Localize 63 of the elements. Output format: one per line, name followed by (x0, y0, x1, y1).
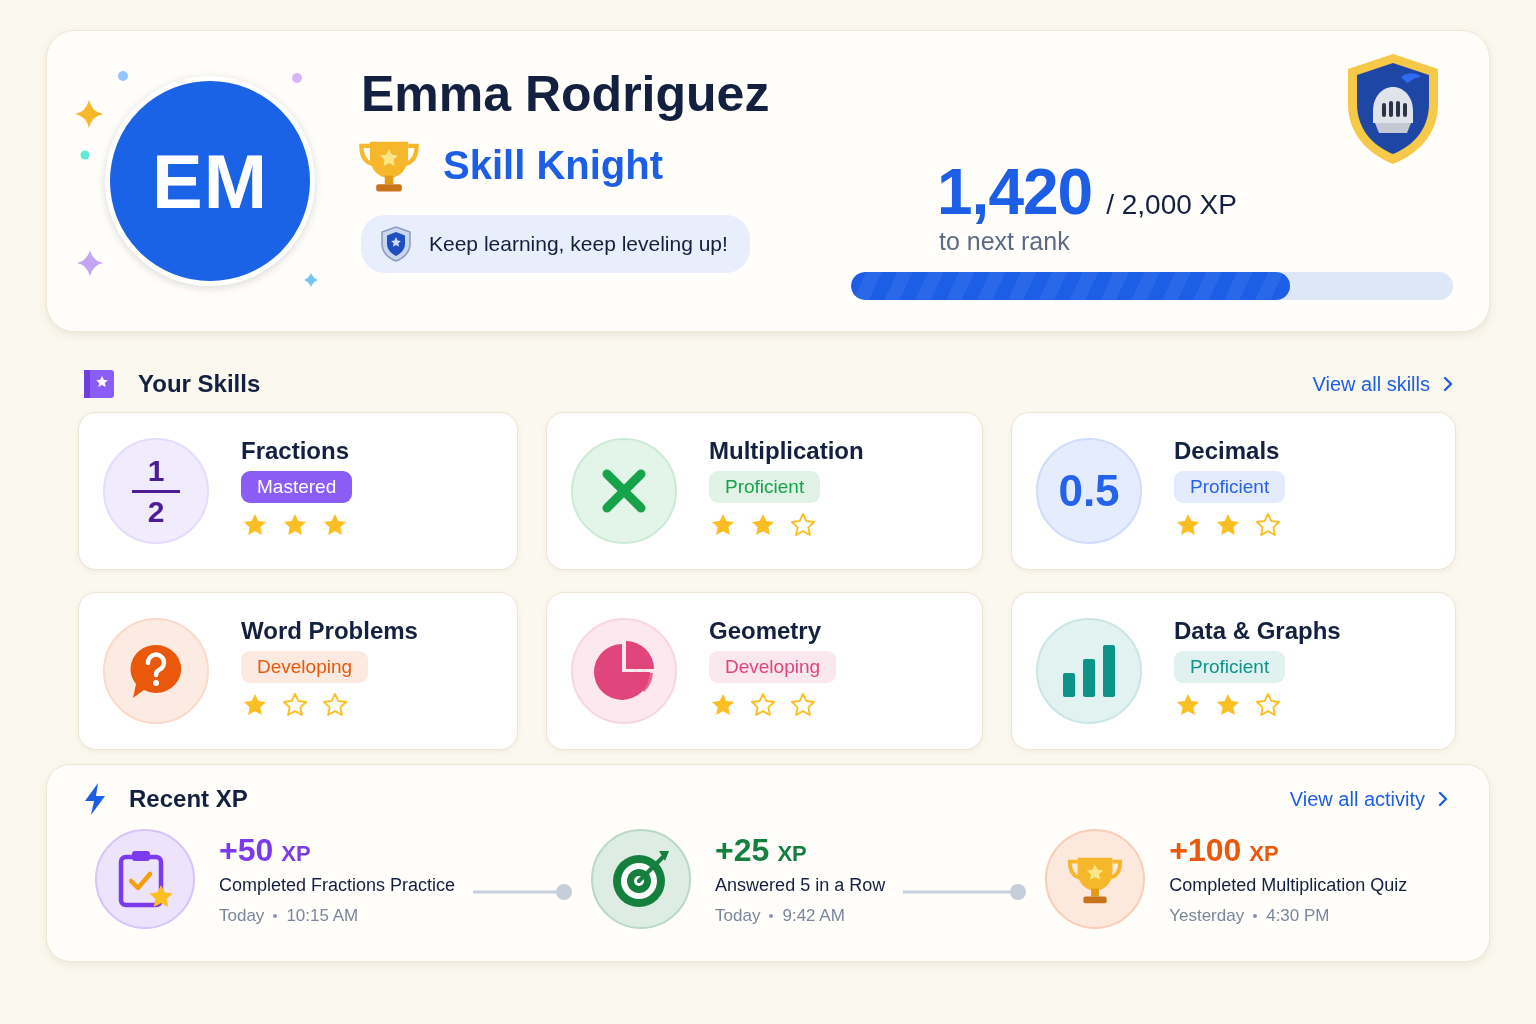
xp-total: / 2,000 XP (1106, 188, 1237, 221)
star-book-icon (82, 368, 116, 400)
status-badge: Proficient (709, 471, 821, 503)
skill-name: Geometry (709, 617, 822, 645)
lightning-icon (83, 782, 107, 816)
shield-icon (379, 225, 413, 263)
fraction-denominator: 2 (147, 496, 165, 527)
decimal-number: 0.5 (1058, 466, 1120, 516)
empty-star-icon (789, 691, 817, 719)
skill-name: Fractions (241, 437, 350, 465)
skill-card[interactable]: Geometry Developing (546, 592, 983, 750)
section-title: Your Skills (138, 370, 261, 398)
student-name: Emma Rodriguez (361, 65, 771, 123)
activity-description: Completed Multiplication Quiz (1169, 875, 1408, 896)
empty-star-icon (789, 511, 817, 539)
empty-star-icon (1254, 511, 1282, 539)
status-badge: Proficient (1174, 651, 1286, 683)
activity-time: 10:15 AM (286, 906, 359, 926)
empty-star-icon (749, 691, 777, 719)
skill-name: Data & Graphs (1174, 617, 1341, 645)
xp-amount: +25 (715, 832, 770, 869)
chevron-icon (1442, 375, 1454, 393)
xp-unit: XP (777, 841, 807, 867)
section-title: Recent XP (129, 785, 248, 813)
avatar: EM (105, 76, 315, 286)
status-badge: Developing (241, 651, 369, 683)
skill-card[interactable]: Multiplication Proficient (546, 412, 983, 570)
xp-current: 1,420 (937, 154, 1093, 229)
status-badge: Proficient (1174, 471, 1286, 503)
status-badge: Developing (709, 651, 837, 683)
activity-day: Yesterday (1169, 906, 1245, 926)
xp-unit: XP (281, 841, 311, 867)
xp-unit: XP (1249, 841, 1279, 867)
chevron-icon (1437, 790, 1449, 808)
view-all-activity-link[interactable]: View all activity (1289, 787, 1449, 811)
bar-chart-icon (1061, 643, 1117, 699)
view-all-skills-link[interactable]: View all skills (1312, 372, 1454, 396)
separator-dot (769, 914, 774, 918)
separator-dot (273, 914, 278, 918)
xp-amount: +50 (219, 832, 274, 869)
skill-card[interactable]: Data & Graphs Proficient (1011, 592, 1456, 750)
empty-star-icon (321, 691, 349, 719)
skill-card[interactable]: 0.5 Decimals Proficient (1011, 412, 1456, 570)
separator-dot (1253, 914, 1258, 918)
empty-star-icon (1254, 691, 1282, 719)
skill-name: Decimals (1174, 437, 1280, 465)
skill-card[interactable]: 1 2 Fractions Mastered (78, 412, 518, 570)
skill-name: Multiplication (709, 437, 864, 465)
status-badge: Mastered (241, 471, 353, 503)
empty-star-icon (281, 691, 309, 719)
motto-text: Keep learning, keep leveling up! (429, 232, 728, 256)
activity-day: Today (715, 906, 761, 926)
skill-card[interactable]: Word Problems Developing (78, 592, 518, 750)
activity-day: Today (219, 906, 265, 926)
xp-caption: to next rank (938, 226, 1071, 256)
activity-time: 9:42 AM (782, 906, 845, 926)
xp-amount: +100 (1169, 832, 1242, 869)
activity-time: 4:30 PM (1266, 906, 1330, 926)
skill-name: Word Problems (241, 617, 418, 645)
activity-description: Completed Fractions Practice (219, 875, 456, 896)
fraction-numerator: 1 (147, 455, 165, 486)
activity-description: Answered 5 in a Row (715, 875, 886, 896)
rank-title: Skill Knight (443, 142, 663, 188)
